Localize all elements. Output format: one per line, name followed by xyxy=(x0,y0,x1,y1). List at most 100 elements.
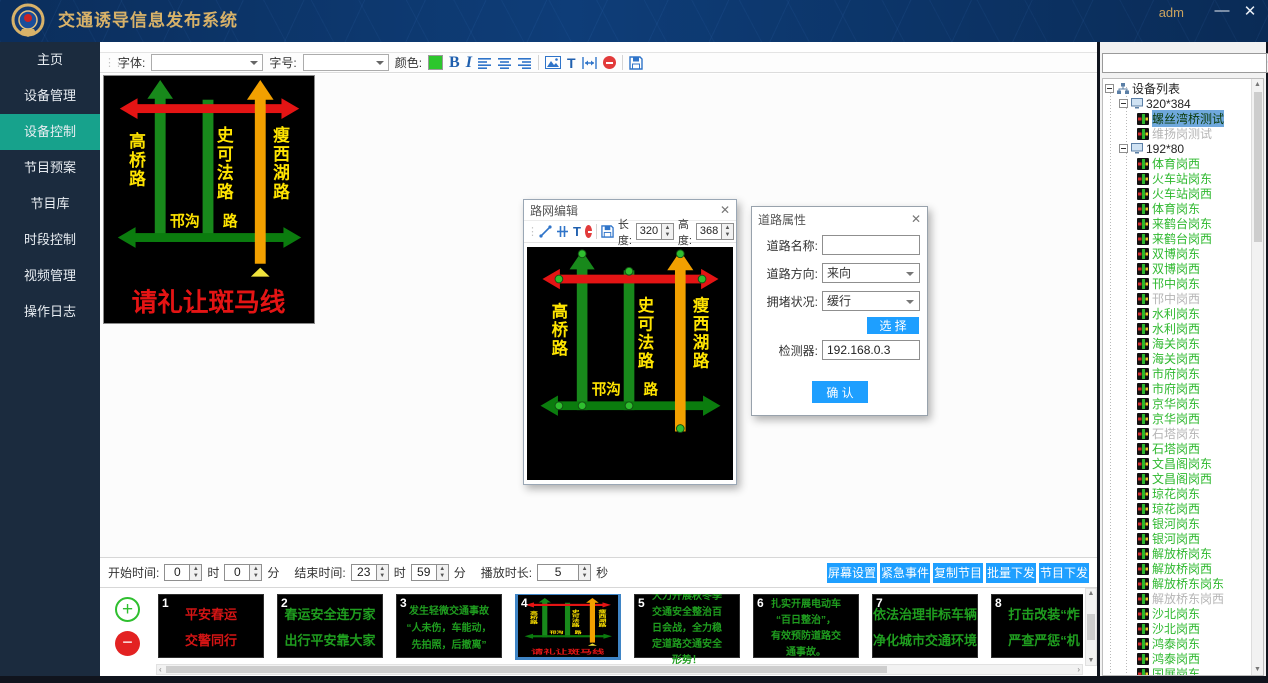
svg-text:邗沟: 邗沟 xyxy=(170,212,200,230)
program-thumbnail-8[interactable]: 8打击改装“炸严查严惩“机 xyxy=(991,594,1083,658)
action-button[interactable]: 节目下发 xyxy=(1039,563,1089,583)
spinner-up-icon: ▲ xyxy=(377,565,388,573)
sidebar-item-3[interactable]: 设备控制 xyxy=(0,114,100,150)
duration-stepper[interactable]: 5▲▼ xyxy=(537,564,591,581)
sidebar-item-5[interactable]: 节目库 xyxy=(0,186,100,222)
screen-group-icon xyxy=(1131,143,1143,154)
remove-program-button[interactable]: − xyxy=(115,631,140,656)
action-button[interactable]: 紧急事件 xyxy=(880,563,930,583)
road-tool-icon[interactable] xyxy=(556,225,569,238)
close-icon[interactable]: ✕ xyxy=(720,203,730,217)
second-unit: 秒 xyxy=(596,564,608,581)
drag-handle-icon[interactable]: ⋮ xyxy=(527,225,535,238)
save-icon[interactable] xyxy=(629,56,643,70)
select-button[interactable]: 选 择 xyxy=(867,317,919,334)
format-toolbar: ⋮⋮ 字体: 字号: 颜色: B I T xyxy=(100,52,1097,73)
italic-button[interactable]: I xyxy=(466,55,472,71)
tree-item-label[interactable]: 192*80 xyxy=(1146,142,1184,156)
expander-icon[interactable] xyxy=(1119,144,1128,153)
tree-scrollbar[interactable]: ▲▼ xyxy=(1251,79,1263,675)
program-thumbnail-2[interactable]: 2春运安全连万家出行平安靠大家 xyxy=(277,594,383,658)
close-icon[interactable]: ✕ xyxy=(911,212,921,226)
bold-button[interactable]: B xyxy=(449,55,460,71)
sidebar-item-4[interactable]: 节目预案 xyxy=(0,150,100,186)
app-window: 交通诱导信息发布系统 adm — ✕ 主页设备管理设备控制节目预案节目库时段控制… xyxy=(0,0,1268,683)
delete-icon[interactable] xyxy=(585,225,592,238)
edit-canvas: 高桥路史可法路瘦西湖路邗沟路请礼让斑马线 路网编辑 ✕ ⋮ T 长度: 320▲… xyxy=(100,74,1097,557)
color-swatch[interactable] xyxy=(428,55,443,70)
program-thumbnail-1[interactable]: 1平安春运交警同行 xyxy=(158,594,264,658)
action-button[interactable]: 屏幕设置 xyxy=(827,563,877,583)
svg-text:高桥路: 高桥路 xyxy=(129,131,146,189)
program-thumbnail-4[interactable]: 4高桥路史可法路瘦西湖路邗沟路请礼让斑马线 xyxy=(515,594,621,660)
detector-input[interactable] xyxy=(822,340,920,360)
action-button[interactable]: 批量下发 xyxy=(986,563,1036,583)
device-panel: 设备列表320*384螺丝湾桥测试维扬岗测试192*80体育岗西火车站岗东火车站… xyxy=(1100,42,1266,676)
end-hour-stepper[interactable]: 23▲▼ xyxy=(351,564,389,581)
end-minute-stepper[interactable]: 59▲▼ xyxy=(411,564,449,581)
road-direction-select[interactable]: 来向 xyxy=(822,263,920,283)
drag-handle-icon[interactable]: ⋮⋮ xyxy=(104,56,112,69)
traffic-device-icon xyxy=(1137,323,1149,335)
svg-text:瘦西湖路: 瘦西湖路 xyxy=(693,296,710,370)
strip-horizontal-scrollbar[interactable]: ‹› xyxy=(156,664,1083,675)
action-button[interactable]: 复制节目 xyxy=(933,563,983,583)
spinner-up-icon: ▲ xyxy=(662,224,673,232)
tree-item-label[interactable]: 320*384 xyxy=(1146,97,1191,111)
program-thumbnail-7[interactable]: 7依法治理非标车辆净化城市交通环境 xyxy=(872,594,978,658)
size-select[interactable] xyxy=(303,54,389,71)
program-thumbnail-6[interactable]: 6扎实开展电动车“百日整治”，有效预防道路交通事故。 xyxy=(753,594,859,658)
tree-item-label[interactable]: 维扬岗测试 xyxy=(1152,125,1212,142)
tree-item-label[interactable]: 国展岗东 xyxy=(1152,665,1200,676)
current-user[interactable]: adm xyxy=(1159,5,1184,20)
traffic-device-icon xyxy=(1137,293,1149,305)
spacing-icon[interactable] xyxy=(582,57,597,69)
strip-vertical-scrollbar[interactable]: ▲▼ xyxy=(1085,588,1097,666)
sidebar-item-6[interactable]: 时段控制 xyxy=(0,222,100,258)
sidebar-item-1[interactable]: 主页 xyxy=(0,42,100,78)
align-center-icon[interactable] xyxy=(498,57,512,69)
svg-text:邗沟: 邗沟 xyxy=(592,381,621,399)
start-minute-stepper[interactable]: 0▲▼ xyxy=(224,564,262,581)
congestion-select[interactable]: 缓行 xyxy=(822,291,920,311)
svg-text:瘦西湖路: 瘦西湖路 xyxy=(599,608,608,627)
save-icon[interactable] xyxy=(601,225,614,238)
traffic-device-icon xyxy=(1137,128,1149,140)
search-input[interactable] xyxy=(1102,53,1267,73)
thumbnail-text: 平安春运交警同行 xyxy=(159,595,263,657)
traffic-device-icon xyxy=(1137,488,1149,500)
text-tool-icon[interactable]: T xyxy=(567,56,576,70)
sidebar-item-8[interactable]: 操作日志 xyxy=(0,294,100,330)
text-tool-icon[interactable]: T xyxy=(573,225,581,238)
delete-icon[interactable] xyxy=(603,56,616,69)
spinner-down-icon: ▼ xyxy=(437,573,448,581)
program-thumbnail-5[interactable]: 5大力开展秋冬季交通安全整治百日会战，全力稳定道路交通安全形势！ xyxy=(634,594,740,658)
line-tool-icon[interactable] xyxy=(539,225,552,238)
minimize-icon[interactable]: — xyxy=(1210,2,1234,19)
expander-icon[interactable] xyxy=(1119,99,1128,108)
scroll-left-icon: ‹ xyxy=(159,665,162,674)
add-program-button[interactable]: + xyxy=(115,597,140,622)
program-thumbnail-3[interactable]: 3发生轻微交通事故“人未伤，车能动，先拍照，后撤离” xyxy=(396,594,502,658)
height-stepper[interactable]: 368▲▼ xyxy=(696,223,734,240)
tree-item-label[interactable]: 设备列表 xyxy=(1132,80,1180,97)
sidebar-item-7[interactable]: 视频管理 xyxy=(0,258,100,294)
font-select[interactable] xyxy=(151,54,263,71)
traffic-device-icon xyxy=(1137,668,1149,677)
close-icon[interactable]: ✕ xyxy=(1238,2,1262,20)
start-hour-stepper[interactable]: 0▲▼ xyxy=(164,564,202,581)
confirm-button[interactable]: 确 认 xyxy=(812,381,868,403)
sidebar-item-2[interactable]: 设备管理 xyxy=(0,78,100,114)
length-stepper[interactable]: 320▲▼ xyxy=(636,223,674,240)
expander-icon[interactable] xyxy=(1105,84,1114,93)
align-right-icon[interactable] xyxy=(518,57,532,69)
image-icon[interactable] xyxy=(545,56,561,69)
road-edit-canvas[interactable]: 高桥路史可法路瘦西湖路邗沟路 xyxy=(527,247,733,480)
led-sign-preview[interactable]: 高桥路史可法路瘦西湖路邗沟路请礼让斑马线 xyxy=(103,75,315,324)
align-left-icon[interactable] xyxy=(478,57,492,69)
hour-unit: 时 xyxy=(394,564,406,581)
road-edit-toolbar: ⋮ T 长度: 320▲▼ 高度: 368▲▼ xyxy=(524,220,736,243)
road-name-input[interactable] xyxy=(822,235,920,255)
main-area: ⋮⋮ 字体: 字号: 颜色: B I T 高桥路史可法路瘦西湖路邗沟路请礼让斑马… xyxy=(100,42,1097,676)
traffic-device-icon xyxy=(1137,548,1149,560)
